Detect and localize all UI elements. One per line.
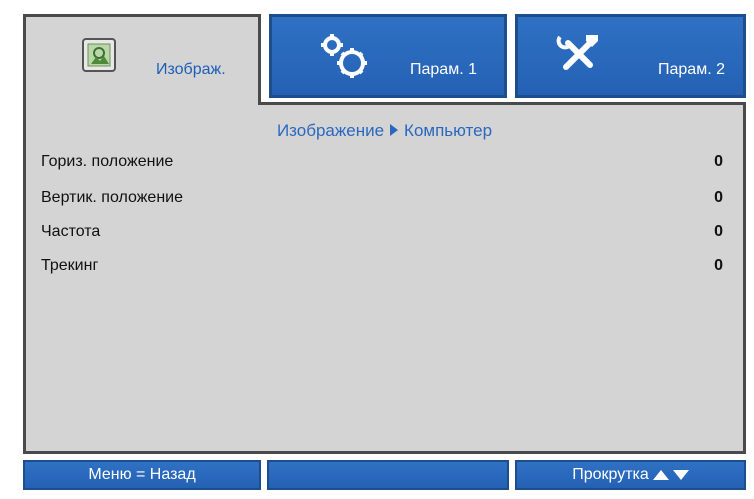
- tab-image-label: Изображ.: [156, 61, 226, 78]
- tab-params-2[interactable]: Парам. 2: [515, 14, 746, 98]
- osd-menu: Изображ. Парам. 1 Парам. 2 Изображение К…: [4, 4, 748, 493]
- setting-value: 0: [714, 153, 723, 170]
- menu-back-button[interactable]: Меню = Назад: [23, 460, 261, 490]
- arrow-up-icon: [652, 470, 669, 480]
- settings-panel: Изображение Компьютер Гориз. положение 0 …: [23, 105, 746, 454]
- setting-label: Частота: [41, 223, 101, 240]
- gears-icon: [316, 31, 372, 86]
- setting-value: 0: [714, 257, 723, 274]
- tools-icon: [556, 31, 602, 82]
- setting-label: Вертик. положение: [41, 189, 183, 206]
- image-settings-icon: [82, 38, 116, 77]
- setting-label: Гориз. положение: [41, 153, 174, 170]
- setting-label: Трекинг: [41, 257, 99, 274]
- setting-row-frequency[interactable]: Частота 0: [41, 223, 723, 247]
- breadcrumb-section: Изображение: [276, 121, 385, 140]
- scroll-button[interactable]: Прокрутка: [515, 460, 746, 490]
- scroll-label: Прокрутка: [572, 466, 649, 483]
- setting-value: 0: [714, 189, 723, 206]
- footer-middle-button: [267, 460, 509, 490]
- breadcrumb-page: Компьютер: [404, 121, 493, 140]
- breadcrumb: Изображение Компьютер: [26, 121, 743, 141]
- arrow-down-icon: [672, 470, 689, 480]
- tab-image[interactable]: Изображ.: [23, 14, 261, 108]
- setting-value: 0: [714, 223, 723, 240]
- breadcrumb-arrow-icon: [390, 124, 399, 136]
- tab-params-2-label: Парам. 2: [658, 61, 725, 78]
- setting-row-h-position[interactable]: Гориз. положение 0: [41, 153, 723, 177]
- menu-back-label: Меню = Назад: [88, 466, 196, 483]
- setting-row-tracking[interactable]: Трекинг 0: [41, 257, 723, 281]
- setting-row-v-position[interactable]: Вертик. положение 0: [41, 189, 723, 213]
- tab-params-1-label: Парам. 1: [410, 61, 477, 78]
- tab-params-1[interactable]: Парам. 1: [269, 14, 507, 98]
